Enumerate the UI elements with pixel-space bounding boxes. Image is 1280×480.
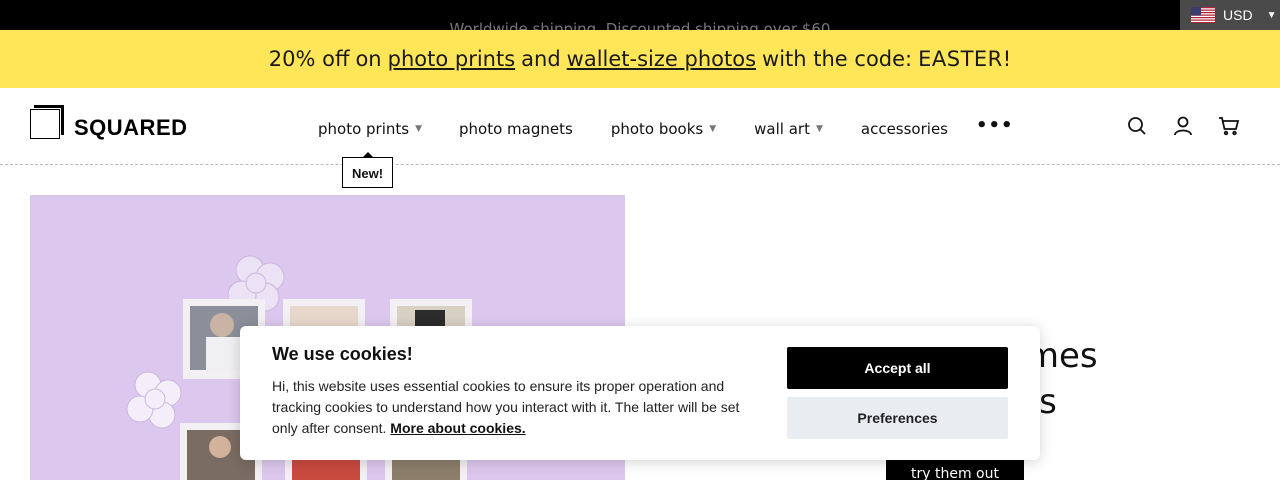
us-flag-icon bbox=[1191, 7, 1215, 23]
nav-item-photo-magnets[interactable]: photo magnets bbox=[459, 120, 573, 138]
account-icon[interactable] bbox=[1172, 115, 1194, 137]
try-them-out-button[interactable]: try them out bbox=[886, 458, 1024, 480]
nav-label: photo prints bbox=[318, 119, 410, 138]
cookie-banner: We use cookies! Hi, this website uses es… bbox=[240, 326, 1040, 460]
cart-icon[interactable] bbox=[1218, 115, 1240, 137]
more-about-cookies-link[interactable]: More about cookies. bbox=[390, 420, 525, 436]
nav-item-wall-art[interactable]: wall art ▼ bbox=[754, 120, 823, 138]
site-header: SQUARED photo prints ▼ photo magnets pho… bbox=[0, 88, 1280, 165]
header-actions bbox=[1126, 115, 1240, 137]
new-badge: New! bbox=[342, 152, 393, 188]
nav-label: photo magnets bbox=[459, 119, 573, 138]
promo-exclamation: ! bbox=[1002, 47, 1012, 71]
promo-banner: 20% off on photo prints and wallet-size … bbox=[0, 30, 1280, 88]
cookie-body: Hi, this website uses essential cookies … bbox=[272, 376, 742, 439]
nav-label: wall art bbox=[754, 119, 810, 138]
promo-discount: 20% off bbox=[268, 47, 350, 71]
preferences-button[interactable]: Preferences bbox=[787, 397, 1008, 439]
nav-item-photo-books[interactable]: photo books ▼ bbox=[611, 120, 716, 138]
caret-down-icon: ▼ bbox=[1266, 9, 1277, 21]
logo-mark-icon bbox=[30, 105, 64, 143]
currency-label: USD bbox=[1223, 7, 1253, 23]
promo-text-code: with the code: bbox=[762, 47, 913, 71]
promo-link-photo-prints[interactable]: photo prints bbox=[388, 47, 516, 71]
caret-down-icon: ▼ bbox=[815, 123, 823, 134]
accept-all-button[interactable]: Accept all bbox=[787, 347, 1008, 389]
promo-link-wallet-photos[interactable]: wallet-size photos bbox=[567, 47, 756, 71]
cookie-title: We use cookies! bbox=[272, 344, 413, 364]
nav-item-accessories[interactable]: accessories bbox=[861, 120, 948, 138]
search-icon[interactable] bbox=[1126, 115, 1148, 137]
nav-item-photo-prints[interactable]: photo prints ▼ bbox=[318, 120, 422, 138]
promo-text-on: on bbox=[355, 47, 382, 71]
nav-label: photo books bbox=[610, 119, 704, 138]
caret-down-icon: ▼ bbox=[709, 123, 717, 134]
more-menu-icon[interactable]: ••• bbox=[976, 115, 1014, 136]
promo-code: EASTER bbox=[918, 47, 1003, 71]
main-nav: photo prints ▼ photo magnets photo books… bbox=[318, 115, 1014, 139]
logo-text: SQUARED bbox=[74, 115, 188, 140]
top-bar: Worldwide shipping. Discounted shipping … bbox=[0, 0, 1280, 38]
promo-text-and: and bbox=[521, 47, 561, 71]
currency-selector[interactable]: USD ▼ bbox=[1180, 0, 1280, 30]
caret-down-icon: ▼ bbox=[415, 123, 423, 134]
nav-label: accessories bbox=[860, 119, 948, 138]
site-logo[interactable]: SQUARED bbox=[30, 105, 188, 143]
